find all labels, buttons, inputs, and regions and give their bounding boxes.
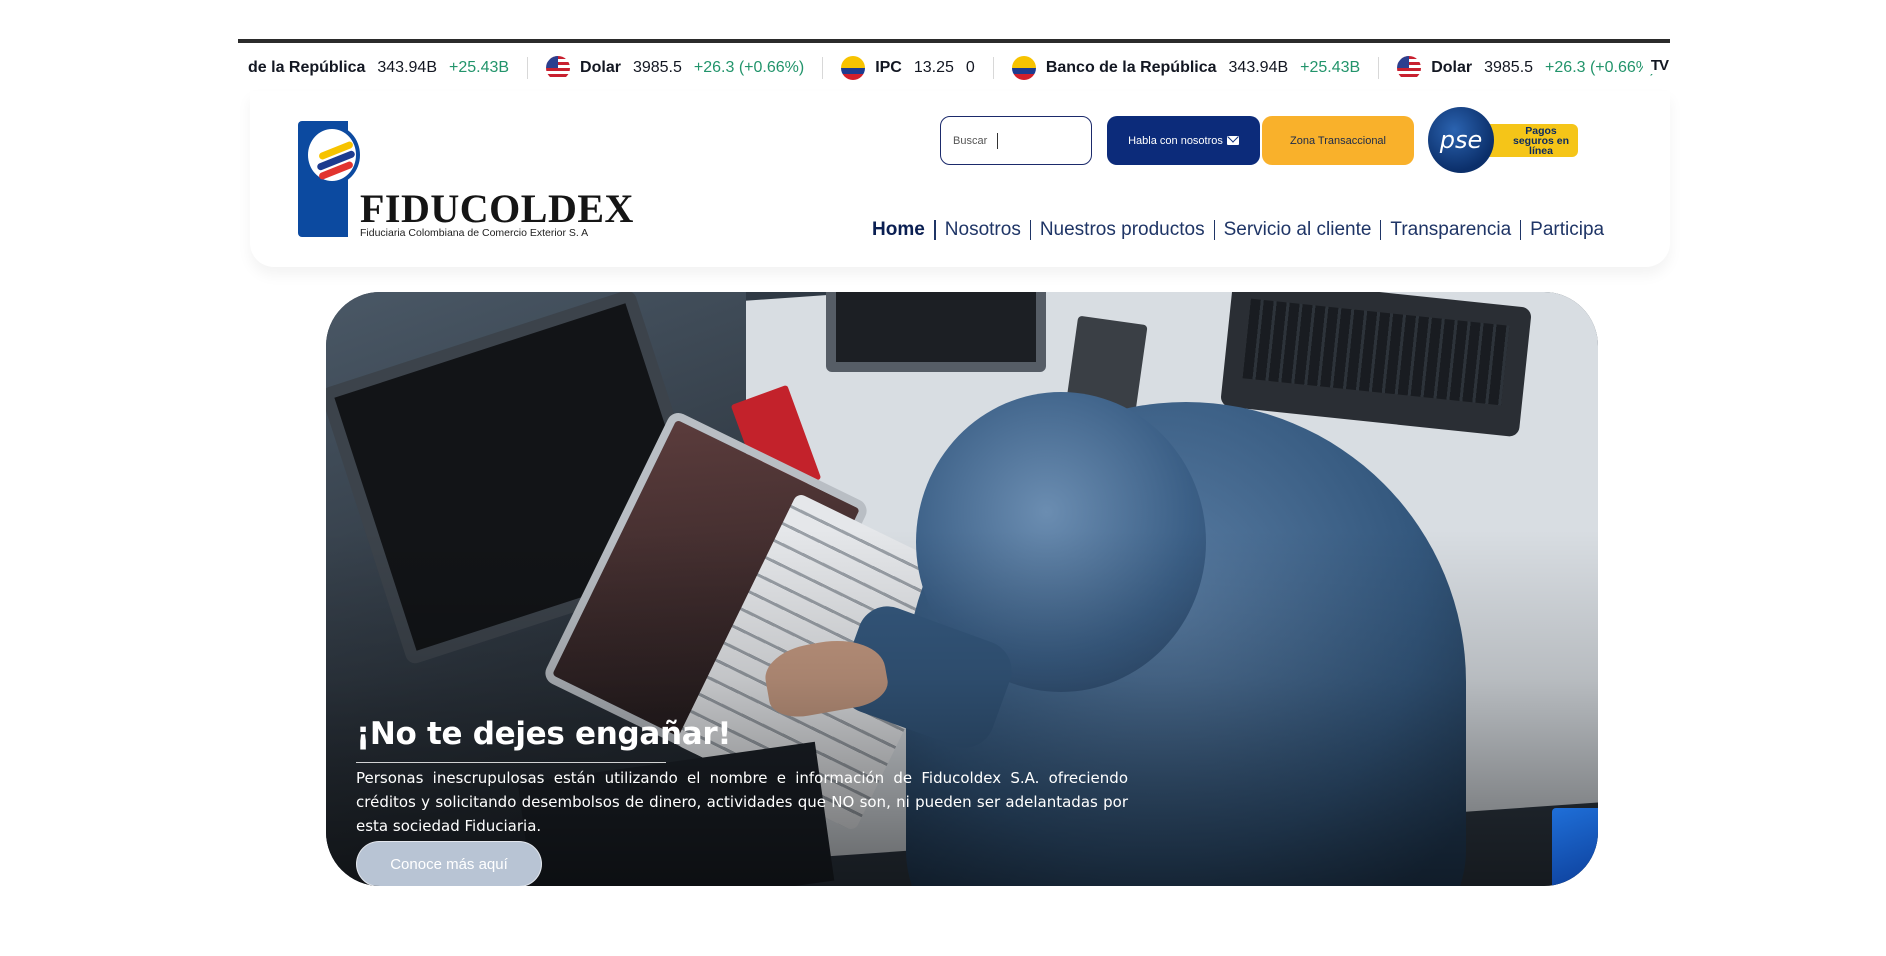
ticker-divider <box>822 57 824 79</box>
site-header: FIDUCOLDEX Fiduciaria Colombiana de Come… <box>250 91 1670 267</box>
hero-title-underline <box>356 762 666 763</box>
search-placeholder: Buscar <box>953 134 988 147</box>
pse-logo-text: pse <box>1439 126 1483 154</box>
colombia-flag-icon <box>1011 56 1036 80</box>
logo-wordmark: FIDUCOLDEX <box>360 186 634 231</box>
ticker-item[interactable]: IPC 13.25 0 <box>841 55 975 81</box>
ticker-price: 3985.5 <box>1484 59 1534 76</box>
contact-us-button[interactable]: Habla con nosotros <box>1107 116 1260 165</box>
ticker-name: de la República <box>248 59 366 76</box>
ticker-name: IPC <box>875 59 902 76</box>
transactional-zone-button[interactable]: Zona Transaccional <box>1262 116 1414 165</box>
pse-logo-icon: pse <box>1428 107 1494 173</box>
ticker-item[interactable]: Dolar 3985.5 +26.3 (+0.66%) <box>1397 55 1655 81</box>
colombia-flag-icon <box>841 56 866 80</box>
nav-divider <box>1380 220 1382 240</box>
fiducoldex-logo[interactable]: FIDUCOLDEX Fiduciaria Colombiana de Come… <box>298 121 633 241</box>
logo-subtitle: Fiduciaria Colombiana de Comercio Exteri… <box>360 227 589 239</box>
hero-banner: ¡No te dejes engañar! Personas inescrupu… <box>326 292 1598 886</box>
usa-flag-icon <box>546 56 571 80</box>
ticker-item[interactable]: Dolar 3985.5 +26.3 (+0.66%) <box>546 55 804 81</box>
nav-participa[interactable]: Participa <box>1530 219 1604 241</box>
text-caret <box>997 133 999 149</box>
learn-more-label: Conoce más aquí <box>390 855 508 873</box>
learn-more-button[interactable]: Conoce más aquí <box>356 841 542 886</box>
ticker-item[interactable]: Banco de la República 343.94B +25.43B <box>1011 55 1361 81</box>
ticker-change: 0 <box>965 59 975 76</box>
ticker-divider <box>527 57 529 79</box>
pse-tagline-text: Pagos seguros en línea <box>1512 124 1570 157</box>
nav-home[interactable]: Home <box>872 219 925 241</box>
nav-nosotros[interactable]: Nosotros <box>945 219 1021 241</box>
nav-divider <box>1520 220 1522 240</box>
contact-us-label: Habla con nosotros <box>1128 134 1223 147</box>
ticker-track: de la República 343.94B +25.43B Dolar 39… <box>248 55 1655 81</box>
ticker-name: Banco de la República <box>1045 59 1217 76</box>
ticker-price: 13.25 <box>913 59 954 76</box>
nav-divider <box>1213 220 1215 240</box>
search-input[interactable]: Buscar <box>940 116 1092 165</box>
ticker-divider <box>1378 57 1380 79</box>
pse-payments-link[interactable]: Pagos seguros en línea pse <box>1428 107 1580 173</box>
ticker-change: +25.43B <box>1300 59 1361 76</box>
market-ticker: de la República 343.94B +25.43B Dolar 39… <box>238 39 1670 90</box>
hero-title: ¡No te dejes engañar! <box>356 716 732 752</box>
ticker-name: Dolar <box>580 59 621 76</box>
ticker-change: +26.3 (+0.66%) <box>693 59 805 76</box>
ticker-change: +25.43B <box>448 59 510 76</box>
nav-divider <box>933 220 936 240</box>
blue-accent-corner <box>1552 808 1598 886</box>
ticker-price: 343.94B <box>377 59 437 76</box>
usa-flag-icon <box>1397 56 1422 80</box>
ticker-divider <box>992 57 994 79</box>
logo-circle <box>304 125 360 185</box>
tradingview-logo-icon[interactable]: TV <box>1642 57 1669 74</box>
ticker-price: 3985.5 <box>632 59 682 76</box>
ticker-price: 343.94B <box>1228 59 1289 76</box>
main-navigation: Home Nosotros Nuestros productos Servici… <box>872 219 1604 241</box>
ticker-change: +26.3 (+0.66%) <box>1545 59 1656 76</box>
hero-description: Personas inescrupulosas están utilizando… <box>356 769 1128 835</box>
ticker-item[interactable]: de la República 343.94B +25.43B <box>248 55 509 81</box>
transactional-zone-label: Zona Transaccional <box>1290 134 1386 147</box>
envelope-icon <box>1226 136 1239 145</box>
nav-transparencia[interactable]: Transparencia <box>1390 219 1511 241</box>
nav-servicio-al-cliente[interactable]: Servicio al cliente <box>1224 219 1372 241</box>
nav-nuestros-productos[interactable]: Nuestros productos <box>1040 219 1205 241</box>
ticker-name: Dolar <box>1431 59 1473 76</box>
nav-divider <box>1029 220 1031 240</box>
